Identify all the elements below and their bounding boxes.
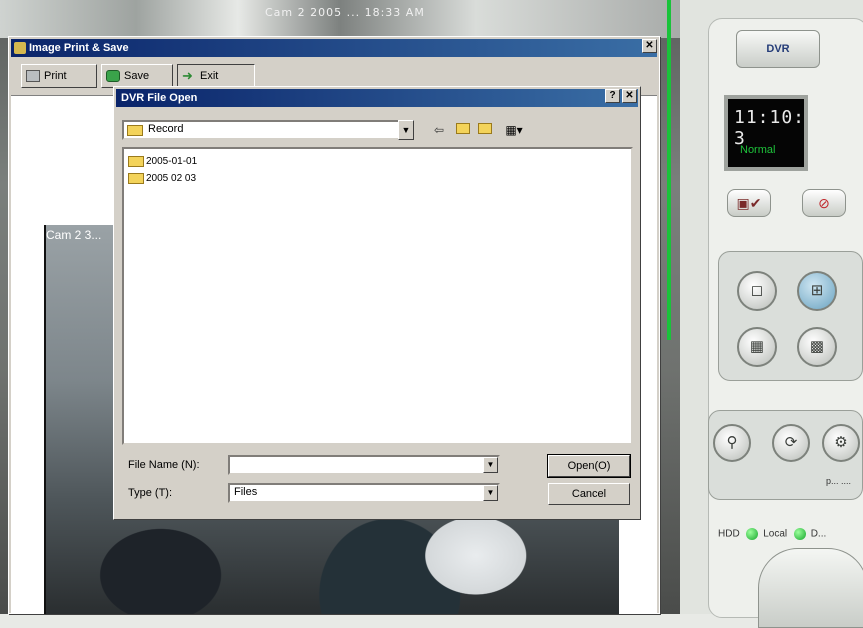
file-type-label: Type (T): [128,487,173,499]
camera-label: Cam 2 3... [46,228,102,242]
remote-status-icon [793,528,806,540]
file-type-select[interactable]: Files ▼ [228,483,500,503]
logo-text: DVR [766,43,790,55]
folder-icon [128,173,144,184]
ptz-dial[interactable] [758,548,863,628]
back-icon[interactable]: ⇦ [430,122,448,138]
folder-icon [128,156,144,167]
list-item[interactable]: 2005-01-01 [126,153,629,170]
config-button[interactable]: ⚙ [822,424,860,462]
print-label: Print [44,70,67,82]
nine-view-icon: ▦ [749,338,765,355]
playback-icon: ⟳ [784,434,798,451]
gear-icon: ⚙ [834,434,848,451]
view-menu-icon[interactable]: ▦▾ [500,122,528,138]
file-name: 2005 02 03 [146,173,197,184]
search-button[interactable]: ⚲ [713,424,751,462]
local-status-icon [746,528,759,540]
file-name: 2005-01-01 [146,156,198,167]
look-in-combo[interactable]: Record [122,120,412,140]
connection-status: HDD Local D... [718,528,826,540]
camera-border-line [667,0,671,340]
file-list[interactable]: 2005-01-01 2005 02 03 [122,147,633,445]
single-view-button[interactable]: ◻ [737,271,777,311]
look-in-dropdown-arrow[interactable]: ▼ [398,120,414,140]
save-icon [106,70,120,82]
help-button[interactable]: ? [605,89,620,103]
playback-button[interactable]: ⟳ [772,424,810,462]
image-print-save-titlebar[interactable]: Image Print & Save [11,39,657,57]
search-icon: ⚲ [726,434,738,451]
exit-label: Exit [200,70,219,82]
new-folder-icon[interactable] [476,122,494,138]
quad-view-icon: ⊞ [810,282,824,299]
look-in-value: Record [148,123,184,135]
chevron-down-icon[interactable]: ▼ [483,457,498,473]
quad-view-button[interactable]: ⊞ [797,271,837,311]
sixteen-view-button[interactable]: ▩ [797,327,837,367]
hdd-label: HDD [718,528,740,540]
filename-label: File Name (N): [128,459,200,471]
folder-icon [127,125,143,136]
open-button[interactable]: Open(O) [547,454,631,478]
function-caption: p... .... [826,476,852,486]
window-title: Image Print & Save [29,42,129,54]
list-item[interactable]: 2005 02 03 [126,170,629,187]
single-view-icon: ◻ [750,282,764,299]
file-type-value: Files [234,486,258,498]
local-label: Local [763,528,788,540]
close-button[interactable]: ✕ [642,39,657,53]
exit-button[interactable]: ➜ Exit [177,64,255,88]
clock-status: Normal [740,144,776,156]
record-button[interactable]: ▣✔ [727,189,771,217]
save-label: Save [124,70,150,82]
file-open-titlebar[interactable]: DVR File Open [116,89,638,107]
clock-time: 11:10: 3 [734,107,806,149]
dialog-title: DVR File Open [121,92,198,104]
exit-icon: ➜ [182,68,193,83]
cancel-button[interactable]: Cancel [548,483,630,505]
chevron-down-icon[interactable]: ▼ [483,485,498,501]
save-button[interactable]: Save [101,64,173,88]
dvr-logo-button[interactable]: DVR [736,30,820,68]
remote-label: D... [810,528,827,540]
nine-view-button[interactable]: ▦ [737,327,777,367]
printer-icon [26,70,40,82]
clock-display: 11:10: 3 Normal [724,95,808,171]
stop-record-icon: ⊘ [818,195,830,211]
up-folder-icon[interactable] [454,122,472,138]
stop-record-button[interactable]: ⊘ [802,189,846,217]
close-button[interactable]: ✕ [622,89,637,103]
app-icon [14,42,26,54]
filename-input[interactable]: ▼ [228,455,500,475]
print-button[interactable]: Print [21,64,97,88]
sixteen-view-icon: ▩ [809,338,825,355]
camera-overlay-text: Cam 2 2005 ... 18:33 AM [265,6,425,19]
record-icon: ▣✔ [736,195,762,211]
file-open-dialog: DVR File Open ? ✕ Record ▼ ⇦ ▦▾ 2005-01-… [113,86,641,520]
layout-selector [718,251,863,381]
